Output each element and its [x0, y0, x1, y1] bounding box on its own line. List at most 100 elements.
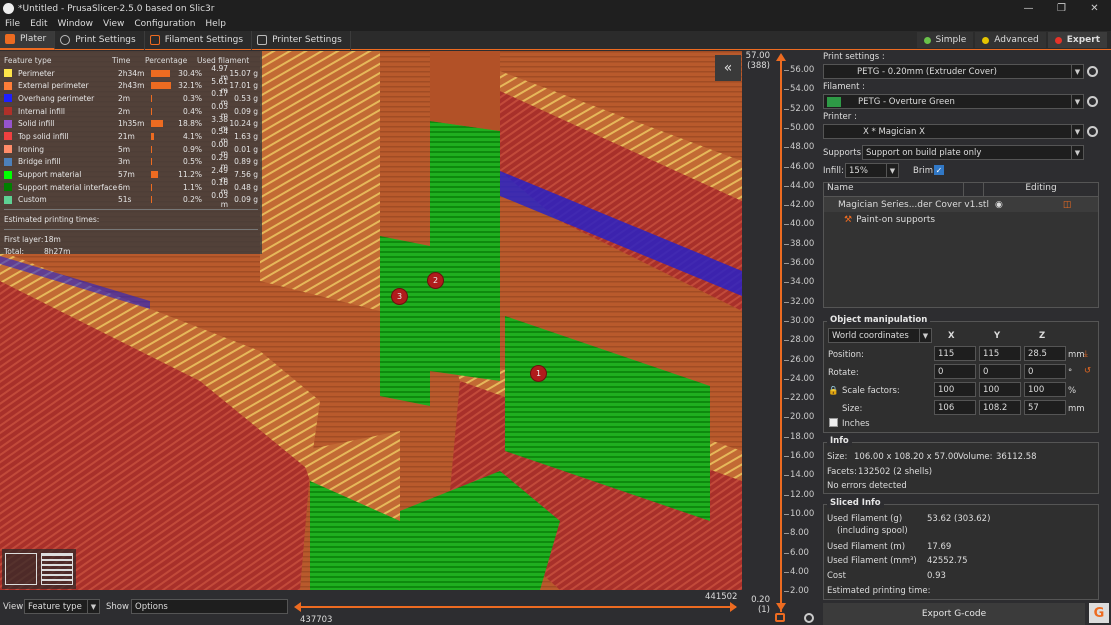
legend-feature-name: Solid infill	[18, 119, 55, 129]
lock-icon[interactable]	[775, 613, 785, 622]
tab-label: Print Settings	[75, 35, 136, 45]
left-thumb-icon[interactable]	[294, 602, 301, 612]
position-label: Position:	[828, 350, 864, 360]
tab-label: Plater	[20, 34, 47, 44]
right-thumb-icon[interactable]	[730, 602, 737, 612]
rotate-x-input[interactable]: 0	[934, 364, 976, 379]
coordinates-select[interactable]: World coordinates ▼	[828, 328, 932, 343]
first-layer-value: 18m	[44, 234, 61, 244]
scale-x-input[interactable]: 100	[934, 382, 976, 397]
maximize-button[interactable]: ❐	[1045, 0, 1078, 17]
legend-percentage: 0.3%	[182, 93, 202, 103]
rotate-y-input[interactable]: 0	[979, 364, 1021, 379]
lower-thumb-icon[interactable]	[776, 603, 786, 611]
used-g-label: Used Filament (g)	[827, 514, 903, 524]
tab-printer-settings[interactable]: Printer Settings	[252, 30, 351, 50]
view-type-select[interactable]: Feature type ▼	[24, 599, 100, 614]
menu-help[interactable]: Help	[200, 19, 231, 29]
position-y-input[interactable]: 115	[979, 346, 1021, 361]
reset-rotation-icon[interactable]: ↺	[1084, 366, 1091, 376]
support-marker-1[interactable]: 1	[530, 365, 547, 382]
upper-thumb-icon[interactable]	[776, 53, 786, 61]
first-layer-label: First layer:	[4, 234, 44, 244]
edit-object-icon[interactable]: ◫	[1063, 200, 1072, 210]
plater-icon	[5, 34, 15, 44]
legend-divider	[4, 228, 258, 230]
slider-settings-cog-icon[interactable]	[804, 613, 814, 623]
menu-configuration[interactable]: Configuration	[129, 19, 200, 29]
collapse-sidebar-button[interactable]: «	[715, 55, 741, 81]
filament-select[interactable]: PETG - Overture Green ▼	[823, 94, 1084, 109]
printer-select[interactable]: X * Magician X ▼	[823, 124, 1084, 139]
layer-tick	[784, 127, 789, 129]
legend-feature-name: Support material interface	[18, 182, 118, 192]
position-x-input[interactable]: 115	[934, 346, 976, 361]
position-z-input[interactable]: 28.5	[1024, 346, 1066, 361]
paint-supports-row[interactable]: ⚒ Paint-on supports	[824, 212, 1098, 227]
move-slider-track	[296, 606, 736, 608]
legend-time: 2h34m	[118, 68, 145, 78]
support-marker-3[interactable]: 3	[391, 288, 408, 305]
info-size-label: Size:	[827, 452, 848, 462]
layer-tick	[784, 282, 789, 284]
layer-tick	[784, 320, 789, 322]
print-settings-cog-icon[interactable]	[1087, 66, 1098, 77]
tab-plater[interactable]: Plater	[0, 30, 56, 50]
bottom-layer-label: (1)	[757, 605, 770, 615]
close-button[interactable]: ✕	[1078, 0, 1111, 17]
size-x-input[interactable]: 106	[934, 400, 976, 415]
object-row[interactable]: Magician Series...der Cover v1.stl ◉ ◫	[824, 197, 1098, 212]
minimize-button[interactable]: —	[1012, 0, 1045, 17]
drop-to-bed-icon[interactable]: ⤓	[1084, 349, 1088, 359]
visibility-eye-icon[interactable]: ◉	[995, 200, 1003, 210]
mode-advanced-button[interactable]: Advanced	[975, 32, 1046, 48]
layer-slider[interactable]: 57.00 (388) 56.00 54.00 52.00 50.00 48.00 46.…	[742, 51, 817, 625]
tab-label: Printer Settings	[272, 35, 342, 45]
inches-checkbox[interactable]	[829, 418, 838, 427]
menu-edit[interactable]: Edit	[25, 19, 52, 29]
layer-tick-label: 32.00	[790, 296, 815, 307]
chevron-down-icon: ▼	[87, 600, 99, 613]
brim-checkbox[interactable]: ✓	[934, 165, 944, 175]
layers-view-icon[interactable]	[41, 553, 73, 585]
printer-cog-icon[interactable]	[1087, 126, 1098, 137]
rotate-z-input[interactable]: 0	[1024, 364, 1066, 379]
layer-tick-label: 10.00	[790, 508, 815, 519]
print-settings-select[interactable]: PETG - 0.20mm (Extruder Cover) ▼	[823, 64, 1084, 79]
size-z-input[interactable]: 57	[1024, 400, 1066, 415]
tab-label: Filament Settings	[164, 35, 244, 45]
tab-print-settings[interactable]: Print Settings	[55, 30, 145, 50]
tab-filament-settings[interactable]: Filament Settings	[145, 30, 253, 50]
legend-time: 6m	[118, 182, 131, 192]
legend-feature-name: Support material	[18, 170, 82, 180]
chevron-down-icon: ▼	[886, 164, 898, 177]
3d-view-cube-icon[interactable]	[5, 553, 37, 585]
send-to-printer-icon[interactable]: G	[1089, 603, 1109, 623]
layer-tick-label: 20.00	[790, 412, 815, 423]
layer-tick-label: 48.00	[790, 142, 815, 153]
mode-expert-button[interactable]: Expert	[1047, 32, 1107, 48]
layer-tick	[784, 475, 789, 477]
supports-select[interactable]: Support on build plate only ▼	[862, 145, 1084, 160]
layer-tick	[784, 70, 789, 71]
layer-tick-label: 56.00	[790, 65, 815, 75]
scale-z-input[interactable]: 100	[1024, 382, 1066, 397]
scale-y-input[interactable]: 100	[979, 382, 1021, 397]
gcode-move-slider[interactable]	[290, 598, 742, 616]
support-marker-2[interactable]: 2	[427, 272, 444, 289]
menu-window[interactable]: Window	[53, 19, 99, 29]
filament-icon	[149, 35, 160, 45]
menu-file[interactable]: File	[0, 19, 25, 29]
layer-tick	[784, 456, 789, 457]
menu-view[interactable]: View	[98, 19, 129, 29]
layer-tick-label: 12.00	[790, 489, 815, 500]
legend-row[interactable]: Custom 51s 0.2% 0.03 m 0.09 g	[4, 191, 258, 209]
scale-lock-icon[interactable]: 🔒	[828, 386, 839, 396]
mode-label: Expert	[1066, 35, 1100, 45]
size-y-input[interactable]: 108.2	[979, 400, 1021, 415]
export-gcode-button[interactable]: Export G-code	[823, 603, 1085, 625]
mode-simple-button[interactable]: Simple	[916, 32, 974, 48]
filament-cog-icon[interactable]	[1087, 96, 1098, 107]
infill-select[interactable]: 15% ▼	[845, 163, 899, 178]
show-options-select[interactable]: Options	[131, 599, 288, 614]
